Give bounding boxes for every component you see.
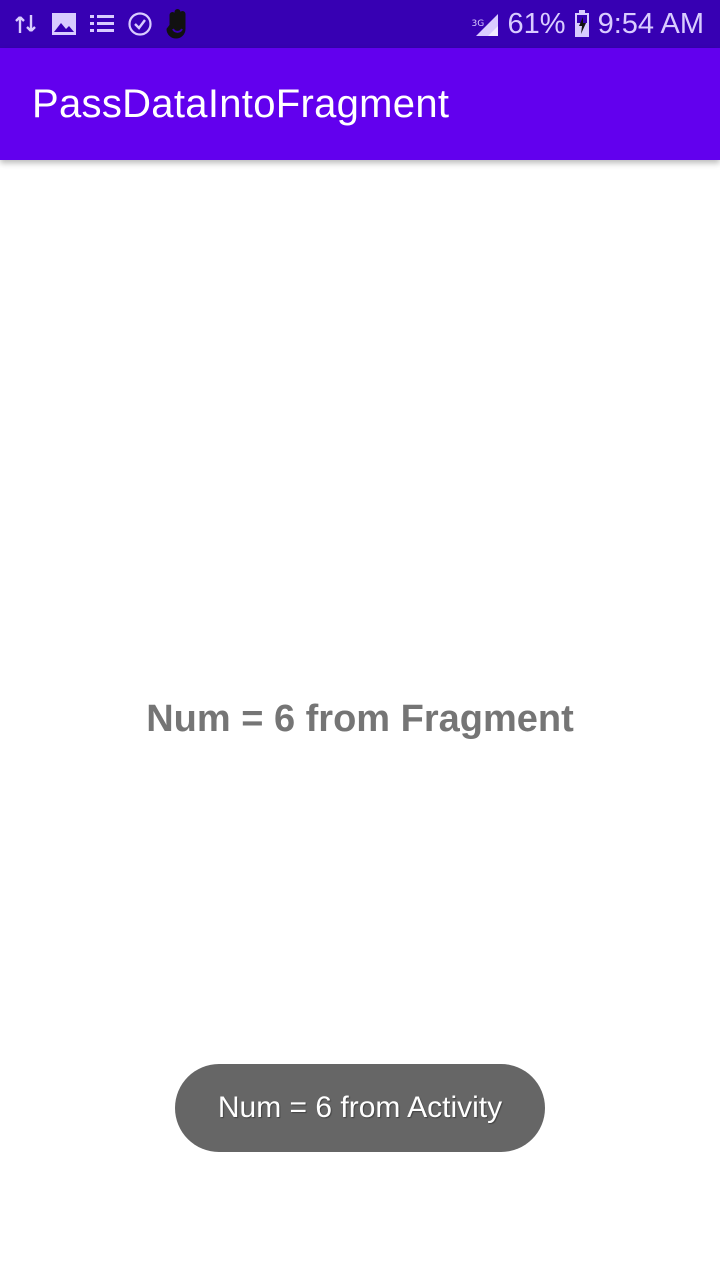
app-bar: PassDataIntoFragment <box>0 48 720 160</box>
clock: 9:54 AM <box>597 7 704 40</box>
fragment-text: Num = 6 from Fragment <box>146 698 574 740</box>
status-bar: 3G 61% 9:54 AM <box>0 0 720 48</box>
signal-icon: 3G <box>472 10 500 38</box>
battery-percent: 61% <box>507 7 566 40</box>
hand-icon <box>164 9 192 39</box>
toast-message: Num = 6 from Activity <box>175 1064 545 1152</box>
check-circle-icon <box>126 10 154 38</box>
battery-charging-icon <box>574 10 590 38</box>
app-title: PassDataIntoFragment <box>32 82 450 126</box>
list-icon <box>88 10 116 38</box>
toast-text: Num = 6 from Activity <box>217 1091 503 1124</box>
status-right: 3G 61% 9:54 AM <box>472 0 704 48</box>
screen: 3G 61% 9:54 AM PassDataIntoFragment Num … <box>0 0 720 1280</box>
status-left-icons <box>12 0 192 48</box>
data-transfer-icon <box>12 10 40 38</box>
image-icon <box>50 10 78 38</box>
